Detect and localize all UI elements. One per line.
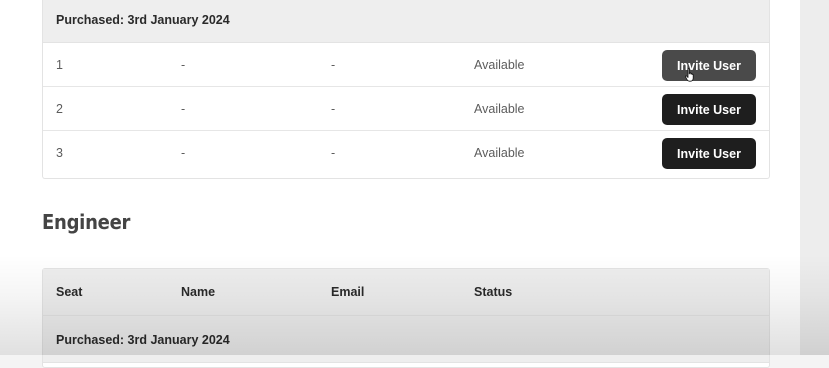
seat-status: Available <box>474 58 525 72</box>
seat-status: Available <box>474 146 525 160</box>
invite-user-button[interactable]: Invite User <box>662 138 756 169</box>
seat-email: - <box>331 102 336 116</box>
column-header-seat: Seat <box>56 285 83 299</box>
seat-number: 2 <box>56 102 63 116</box>
seat-number: 3 <box>56 146 63 160</box>
purchased-date-label: Purchased: 3rd January 2024 <box>56 333 230 347</box>
purchased-date-label: Purchased: 3rd January 2024 <box>56 13 230 27</box>
section-title-engineer: Engineer <box>42 210 131 234</box>
seat-email: - <box>331 146 336 160</box>
seat-name: - <box>181 102 186 116</box>
seat-name: - <box>181 146 186 160</box>
purchased-group-header: Purchased: 3rd January 2024 <box>43 316 769 363</box>
page-gutter <box>800 0 829 355</box>
column-header-status: Status <box>474 285 513 299</box>
seat-email: - <box>331 58 336 72</box>
invite-user-button[interactable]: Invite User <box>662 94 756 125</box>
invite-user-button[interactable]: Invite User <box>662 50 756 81</box>
table-row: 1 - - Available Invite User <box>43 43 769 87</box>
table-row: 2 - - Available Invite User <box>43 87 769 131</box>
table-row: 3 - - Available Invite User <box>43 131 769 175</box>
seat-status: Available <box>474 102 525 116</box>
table-header: Seat Name Email Status <box>43 269 769 316</box>
seats-table-engineer: Seat Name Email Status Purchased: 3rd Ja… <box>42 268 770 368</box>
purchased-group-header: Purchased: 3rd January 2024 <box>43 0 769 43</box>
column-header-email: Email <box>331 285 365 299</box>
seat-name: - <box>181 58 186 72</box>
seats-table-first: Purchased: 3rd January 2024 1 - - Availa… <box>42 0 770 179</box>
seat-number: 1 <box>56 58 63 72</box>
column-header-name: Name <box>181 285 216 299</box>
